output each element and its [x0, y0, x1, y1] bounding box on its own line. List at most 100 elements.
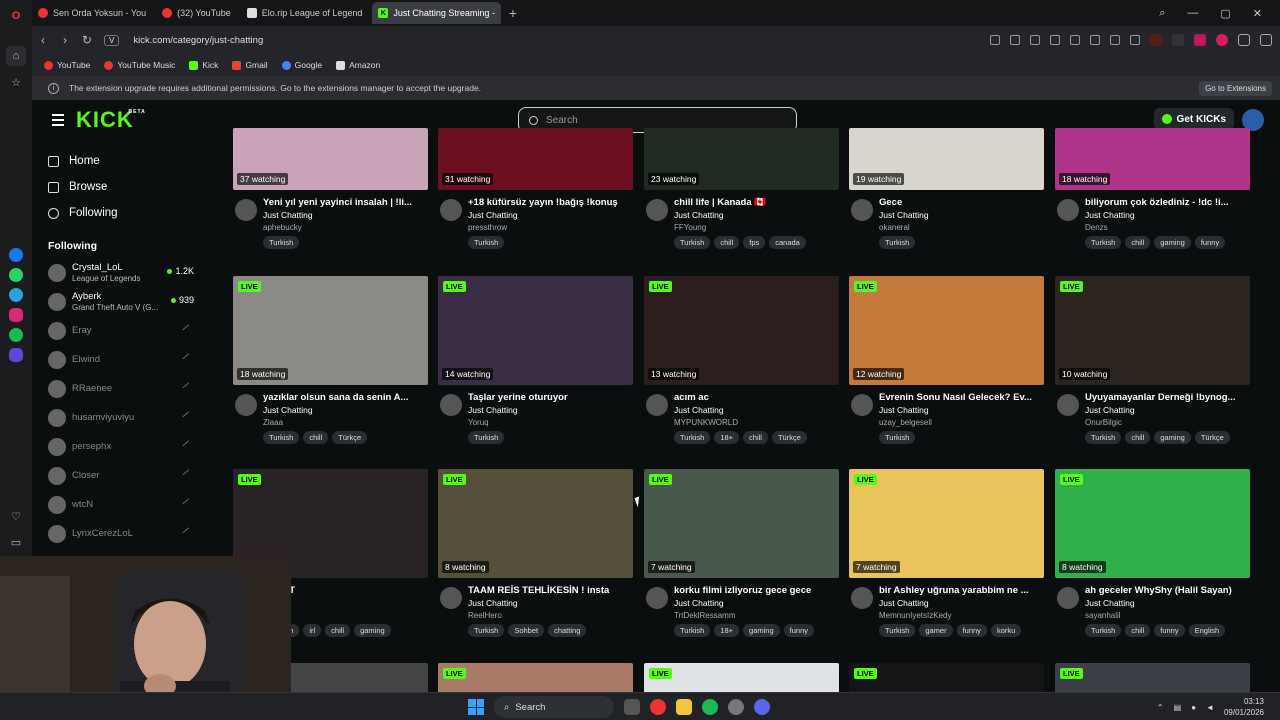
stream-category[interactable]: Just Chatting: [879, 405, 929, 415]
tag[interactable]: 18+: [714, 624, 740, 637]
avatar[interactable]: [440, 587, 462, 609]
tag[interactable]: Turkish: [674, 431, 711, 444]
avatar[interactable]: [646, 394, 668, 416]
extension-icon[interactable]: [1172, 34, 1184, 46]
extension-icon[interactable]: [1150, 34, 1162, 46]
tag[interactable]: funny: [956, 624, 987, 637]
following-channel[interactable]: RRaenee: [32, 374, 202, 403]
search-tabs-icon[interactable]: ⌕: [1159, 7, 1165, 20]
kick-logo[interactable]: KICK BETA: [76, 107, 145, 133]
stream-category[interactable]: Just Chatting: [674, 598, 724, 608]
close-button[interactable]: ✕: [1253, 7, 1262, 20]
avatar[interactable]: [235, 394, 257, 416]
stream-thumbnail[interactable]: 37 watching: [233, 128, 428, 190]
avatar[interactable]: [646, 199, 668, 221]
stream-thumbnail[interactable]: 23 watching: [644, 128, 839, 190]
stream-username[interactable]: okaneral: [879, 223, 910, 232]
stream-category[interactable]: Just Chatting: [879, 210, 929, 220]
tag[interactable]: Turkish: [879, 236, 916, 249]
stream-username[interactable]: pressthrow: [468, 223, 507, 232]
stream-username[interactable]: Denzs: [1085, 223, 1108, 232]
avatar[interactable]: [646, 587, 668, 609]
telegram-icon[interactable]: [9, 288, 23, 302]
heart-icon[interactable]: ♡: [6, 506, 26, 526]
tag[interactable]: Türkçe: [1194, 431, 1230, 444]
tag[interactable]: chill: [714, 236, 740, 249]
stream-title[interactable]: Uyuyamayanlar Derneği !bynog...: [1085, 392, 1255, 403]
bookmark-google[interactable]: Google: [281, 60, 322, 70]
stream-thumbnail[interactable]: LIVE 13 watching: [644, 276, 839, 385]
tag[interactable]: chill: [1125, 431, 1151, 444]
new-tab-button[interactable]: +: [505, 5, 521, 21]
stream-title[interactable]: Yeni yıl yeni yayinci insalah | !li...: [263, 197, 433, 208]
stream-title[interactable]: Taşlar yerine oturuyor: [468, 392, 638, 403]
stream-title[interactable]: acım ac: [674, 392, 844, 403]
stream-username[interactable]: OnurBilgic: [1085, 418, 1122, 427]
stream-thumbnail[interactable]: LIVE 8 watching: [1055, 469, 1250, 578]
get-kicks-button[interactable]: Get KICKs: [1153, 108, 1234, 130]
stream-category[interactable]: Just Chatting: [879, 598, 929, 608]
vpn-badge[interactable]: V: [104, 34, 120, 46]
shield-icon[interactable]: [1030, 35, 1040, 45]
stream-category[interactable]: Just Chatting: [1085, 405, 1135, 415]
avatar[interactable]: [235, 199, 257, 221]
tag[interactable]: gaming: [1154, 431, 1191, 444]
tag[interactable]: chill: [303, 431, 329, 444]
sidebar-item-following[interactable]: Following: [32, 200, 202, 226]
stream-category[interactable]: Just Chatting: [263, 210, 313, 220]
tag[interactable]: funny: [1154, 624, 1185, 637]
following-channel[interactable]: Crystal_LoL League of Legends 1.2K: [32, 258, 202, 287]
stream-username[interactable]: Zlaaa: [263, 418, 283, 427]
minimize-button[interactable]: —: [1187, 7, 1198, 19]
avatar[interactable]: [1057, 587, 1079, 609]
chat-icon[interactable]: ▭: [6, 532, 26, 552]
extension-icon[interactable]: [1194, 34, 1206, 46]
stream-title[interactable]: yazıklar olsun sana da senin A...: [263, 392, 433, 403]
stream-thumbnail[interactable]: LIVE 7 watching: [644, 469, 839, 578]
avatar[interactable]: [851, 394, 873, 416]
following-channel[interactable]: LynxCerezLoL: [32, 519, 202, 548]
avatar[interactable]: [851, 587, 873, 609]
tag[interactable]: gaming: [743, 624, 780, 637]
following-channel[interactable]: Eray: [32, 316, 202, 345]
tag[interactable]: gaming: [354, 624, 391, 637]
tab-elo-rip[interactable]: Elo.rip League of Legend: [241, 2, 369, 24]
following-channel[interactable]: wtcN: [32, 490, 202, 519]
stream-title[interactable]: Evrenin Sonu Nasıl Gelecek? Ev...: [879, 392, 1049, 403]
tag[interactable]: Turkish: [263, 431, 300, 444]
following-channel[interactable]: persephx: [32, 432, 202, 461]
tag[interactable]: English: [1188, 624, 1226, 637]
tag[interactable]: Turkish: [1085, 431, 1122, 444]
stream-thumbnail[interactable]: LIVE 7 watching: [849, 469, 1044, 578]
stream-title[interactable]: ah geceler WhyShy (Halil Sayan): [1085, 585, 1255, 596]
discord-icon[interactable]: [754, 699, 770, 715]
bookmark-amazon[interactable]: Amazon: [336, 60, 380, 70]
stream-category[interactable]: Just Chatting: [468, 210, 518, 220]
following-channel[interactable]: Elwind: [32, 345, 202, 374]
avatar[interactable]: [440, 199, 462, 221]
forward-button[interactable]: ›: [54, 33, 76, 47]
whatsapp-icon[interactable]: [9, 268, 23, 282]
sidebar-item-browse[interactable]: Browse: [32, 174, 202, 200]
stream-username[interactable]: aphebucky: [263, 223, 302, 232]
following-channel[interactable]: Ayberk Grand Theft Auto V (G... 939: [32, 287, 202, 316]
tag[interactable]: chill: [1125, 624, 1151, 637]
stream-title[interactable]: chill life | Kanada 🇨🇦: [674, 197, 844, 208]
heart-icon[interactable]: [1070, 35, 1080, 45]
stream-thumbnail[interactable]: 19 watching: [849, 128, 1044, 190]
bookmark-youtube-music[interactable]: YouTube Music: [104, 60, 175, 70]
tag[interactable]: Turkish: [468, 236, 505, 249]
tab-youtube[interactable]: (32) YouTube: [156, 2, 237, 24]
tag[interactable]: chill: [743, 431, 768, 444]
avatar[interactable]: [851, 199, 873, 221]
go-to-extensions-button[interactable]: Go to Extensions: [1199, 81, 1272, 96]
stream-username[interactable]: TrtDeklRessamm: [674, 611, 735, 620]
play-icon[interactable]: [1050, 35, 1060, 45]
tag[interactable]: funny: [783, 624, 815, 637]
maximize-button[interactable]: ▢: [1220, 7, 1230, 20]
stream-title[interactable]: korku filmi izliyoruz gece gece: [674, 585, 844, 596]
extensions-puzzle-icon[interactable]: [1238, 34, 1250, 46]
taskbar-search[interactable]: ⌕ Search: [494, 696, 614, 718]
following-channel[interactable]: husamviyuviyu: [32, 403, 202, 432]
stream-username[interactable]: MYPUNKWORLD: [674, 418, 738, 427]
